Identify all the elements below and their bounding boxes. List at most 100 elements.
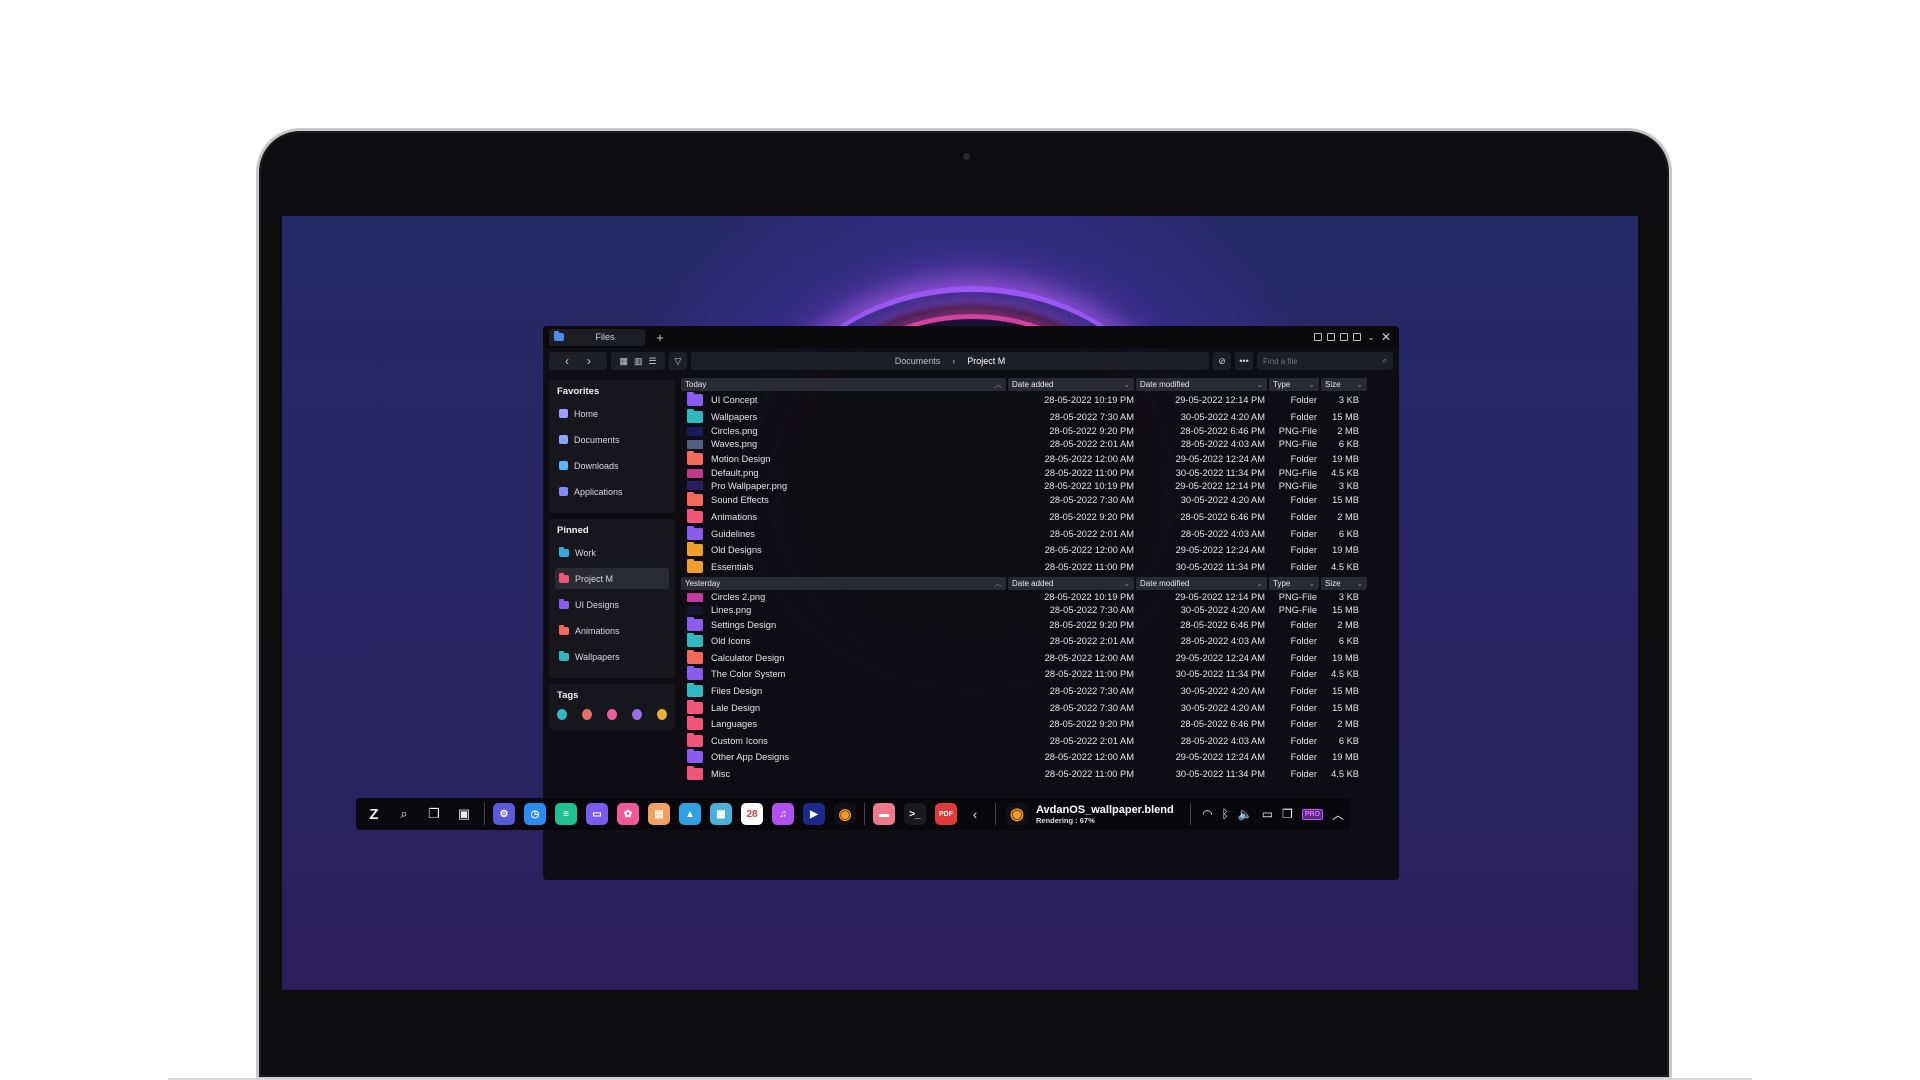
sidebar-item-documents[interactable]: Documents: [555, 429, 669, 450]
sidebar-item-animations[interactable]: Animations: [555, 620, 669, 641]
table-row[interactable]: Lale Design 28-05-2022 7:30 AM 30-05-2022 …: [681, 699, 1393, 716]
screens-icon[interactable]: ❐: [1282, 807, 1293, 821]
table-row[interactable]: Guidelines 28-05-2022 2:01 AM 28-05-2022 4…: [681, 525, 1393, 542]
windows-icon[interactable]: ❐: [422, 802, 446, 826]
table-row[interactable]: Essentials 28-05-2022 11:00 PM 30-05-2022 …: [681, 558, 1393, 576]
table-row[interactable]: The Color System 28-05-2022 11:00 PM 30-05…: [681, 666, 1393, 683]
settings-app-icon[interactable]: ⚙: [493, 803, 515, 825]
close-icon[interactable]: ✕: [1381, 331, 1391, 343]
table-row[interactable]: Old Icons 28-05-2022 2:01 AM 28-05-2022 4:…: [681, 633, 1393, 650]
sidebar-item-project-m[interactable]: Project M: [555, 568, 669, 589]
pro-badge[interactable]: PRO: [1301, 808, 1323, 820]
list-view-icon[interactable]: ☰: [648, 356, 656, 367]
tag-dot[interactable]: [582, 709, 592, 720]
layout-center-icon[interactable]: [1327, 333, 1335, 341]
table-row[interactable]: Motion Design 28-05-2022 12:00 AM 29-05-20…: [681, 450, 1393, 467]
column-date-modified[interactable]: Date modified ⌄: [1136, 577, 1267, 591]
column-type[interactable]: Type ⌄: [1269, 378, 1319, 391]
clock-app-icon[interactable]: ◷: [524, 803, 546, 825]
battery-icon[interactable]: ▭: [1262, 807, 1273, 821]
sidebar-item-work[interactable]: Work: [555, 542, 669, 563]
volume-icon[interactable]: 🔈: [1238, 807, 1253, 821]
search-input[interactable]: [1263, 356, 1383, 366]
more-icon[interactable]: •••: [1235, 352, 1253, 370]
chevron-up-icon[interactable]: ︿: [1332, 806, 1344, 823]
sidebar-item-wallpapers[interactable]: Wallpapers: [555, 646, 669, 667]
tag-dot[interactable]: [632, 709, 642, 720]
render-status[interactable]: ◉ AvdanOS_wallpaper.blend Rendering : 67…: [1004, 803, 1174, 825]
widgets-icon[interactable]: ▣: [452, 802, 476, 826]
gallery-app-icon[interactable]: ▲: [679, 803, 701, 825]
table-row[interactable]: Other App Designs 28-05-2022 12:00 AM 29-0…: [681, 749, 1393, 766]
new-tab-button[interactable]: +: [653, 330, 667, 345]
chevron-up-icon: ︿: [994, 579, 1002, 589]
wifi-icon[interactable]: ◠: [1202, 807, 1212, 821]
sidebar-item-downloads[interactable]: Downloads: [555, 455, 669, 476]
column-size[interactable]: Size ⌄: [1321, 577, 1367, 591]
tag-dot[interactable]: [657, 709, 667, 720]
breadcrumb-documents[interactable]: Documents: [895, 356, 941, 366]
photos-app-icon[interactable]: ✿: [617, 803, 639, 825]
table-row[interactable]: Languages 28-05-2022 9:20 PM 28-05-2022 6:…: [681, 716, 1393, 733]
chevron-right-icon: ›: [952, 356, 956, 366]
column-type[interactable]: Type ⌄: [1269, 577, 1319, 591]
sidebar-item-home[interactable]: Home: [555, 403, 669, 424]
breadcrumb-project-m[interactable]: Project M: [967, 356, 1005, 366]
mail-app-icon[interactable]: ▭: [586, 803, 608, 825]
tag-icon[interactable]: ⊘: [1213, 352, 1231, 370]
table-row[interactable]: Circles.png 28-05-2022 9:20 PM 28-05-2022 …: [681, 425, 1393, 438]
image-thumbnail-icon: [687, 426, 703, 436]
table-row[interactable]: Calculator Design 28-05-2022 12:00 AM 29-0…: [681, 649, 1393, 667]
table-row[interactable]: Settings Design 28-05-2022 9:20 PM 28-05-2…: [681, 616, 1393, 633]
column-date-added[interactable]: Date added ⌄: [1008, 577, 1134, 591]
messages-app-icon[interactable]: ≡: [555, 803, 577, 825]
table-row[interactable]: Wallpapers 28-05-2022 7:30 AM 30-05-2022 4…: [681, 408, 1393, 426]
table-row[interactable]: UI Concept 28-05-2022 10:19 PM 29-05-2022 …: [681, 392, 1393, 409]
sidebar-item-applications[interactable]: Applications: [555, 481, 669, 502]
table-row[interactable]: Pro Wallpaper.png 28-05-2022 10:19 PM 29-0…: [681, 480, 1393, 493]
filter-icon[interactable]: ▽: [669, 352, 687, 370]
video-player-app-icon[interactable]: ▶: [803, 803, 825, 825]
tab-files[interactable]: Files: [549, 328, 645, 346]
calculator-app-icon[interactable]: ▦: [710, 803, 732, 825]
blender-app-icon[interactable]: ◉: [834, 803, 856, 825]
table-row[interactable]: Circles 2.png 28-05-2022 10:19 PM 29-05-20…: [681, 591, 1393, 604]
column-view-icon[interactable]: ▥: [634, 356, 643, 367]
folder-icon: [687, 558, 703, 573]
grid-view-icon[interactable]: ▦: [619, 356, 628, 367]
folder-icon: [687, 450, 703, 465]
chevron-down-icon[interactable]: ⌄: [1366, 332, 1376, 342]
table-row[interactable]: Custom Icons 28-05-2022 2:01 AM 28-05-2022…: [681, 732, 1393, 749]
layout-right-icon[interactable]: [1340, 333, 1348, 341]
column-date-added[interactable]: Date added ⌄: [1008, 378, 1134, 391]
search-icon[interactable]: ⌕: [392, 802, 416, 826]
bluetooth-icon[interactable]: ᛒ: [1222, 807, 1229, 821]
music-app-icon[interactable]: ♫: [772, 803, 794, 825]
column-date-modified[interactable]: Date modified ⌄: [1136, 378, 1267, 391]
pdf-app-icon[interactable]: PDF: [935, 803, 957, 825]
files-app-icon[interactable]: ▬: [873, 803, 895, 825]
tag-dot[interactable]: [557, 709, 567, 720]
avdan-logo-icon[interactable]: Z: [362, 802, 386, 826]
table-row[interactable]: Files Design 28-05-2022 7:30 AM 30-05-2022…: [681, 682, 1393, 700]
table-row[interactable]: Waves.png 28-05-2022 2:01 AM 28-05-2022 4:…: [681, 438, 1393, 451]
maximize-icon[interactable]: [1353, 333, 1361, 341]
chevron-left-icon[interactable]: ‹: [963, 802, 987, 826]
table-row[interactable]: Lines.png 28-05-2022 7:30 AM 30-05-2022 4:…: [681, 604, 1393, 617]
group-title[interactable]: Yesterday ︿: [681, 577, 1006, 591]
table-row[interactable]: Animations 28-05-2022 9:20 PM 28-05-2022 6…: [681, 509, 1393, 526]
back-icon[interactable]: ‹: [565, 354, 569, 368]
group-title[interactable]: Today ︿: [681, 378, 1006, 391]
table-row[interactable]: Default.png 28-05-2022 11:00 PM 30-05-2022…: [681, 467, 1393, 480]
table-row[interactable]: Sound Effects 28-05-2022 7:30 AM 30-05-202…: [681, 492, 1393, 509]
table-row[interactable]: Misc 28-05-2022 11:00 PM 30-05-2022 11:34 …: [681, 765, 1393, 783]
calendar-app-icon[interactable]: 28: [741, 803, 763, 825]
table-row[interactable]: Old Designs 28-05-2022 12:00 AM 29-05-2022…: [681, 542, 1393, 559]
notes-app-icon[interactable]: ▤: [648, 803, 670, 825]
sidebar-item-ui-designs[interactable]: UI Designs: [555, 594, 669, 615]
tag-dot[interactable]: [607, 709, 617, 720]
column-size[interactable]: Size ⌄: [1321, 378, 1367, 391]
layout-left-icon[interactable]: [1314, 333, 1322, 341]
terminal-app-icon[interactable]: >_: [904, 803, 926, 825]
forward-icon[interactable]: ›: [587, 354, 591, 368]
